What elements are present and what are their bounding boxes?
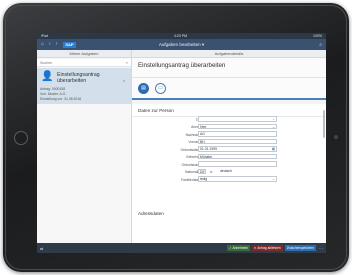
scrollbar[interactable] bbox=[323, 110, 325, 138]
chevron-up-icon: ⌃ bbox=[121, 80, 126, 86]
marital-label: Familienstand bbox=[180, 177, 202, 182]
form-row-marital: Familienstand ledig ⌄ bbox=[132, 176, 326, 184]
lastname-field[interactable]: AG bbox=[198, 131, 277, 137]
form-row-lastname: Nachname AG bbox=[132, 131, 326, 139]
search-icon[interactable]: ⌕ bbox=[126, 60, 128, 65]
marital-value: ledig bbox=[200, 177, 208, 181]
tab-comments-icon[interactable]: ▭ bbox=[155, 82, 166, 94]
task-requester: Von: Muster, A.G. bbox=[40, 92, 67, 96]
task-title: Einstellungsantrag überarbeiten bbox=[57, 72, 100, 84]
app-title-text: Aufgaben bearbeiten bbox=[158, 41, 201, 47]
salutation-value: Herr bbox=[200, 124, 207, 129]
form-row-firstname: Vorname BH bbox=[132, 138, 326, 147]
form-row-birthdate: Geburtsdatum 01.01.1999 ▦ bbox=[132, 146, 326, 154]
chevron-down-icon: ▾ bbox=[201, 41, 205, 47]
more-icon[interactable]: ⋯ bbox=[319, 246, 323, 251]
personal-data-section: Daten zur Person Titel ⌄ Anrede Herr⌄ Na… bbox=[132, 104, 326, 244]
form-row-nationality: Nationalität DE ⧉ deutsch bbox=[132, 168, 326, 177]
reject-button[interactable]: ✕ Antrag ablehnen bbox=[251, 245, 283, 251]
chevron-down-icon: ⌄ bbox=[272, 124, 275, 129]
calendar-icon[interactable]: ▦ bbox=[272, 147, 275, 151]
share-icon[interactable]: ⇄ bbox=[40, 246, 43, 251]
birthname-field[interactable] bbox=[198, 161, 277, 167]
form-row-salutation: Anrede Herr ⌄ bbox=[132, 123, 326, 132]
detail-header: Aufgabendetails bbox=[132, 50, 326, 58]
search-placeholder: Suchen bbox=[40, 60, 53, 65]
birthplace-label: Geburtsort bbox=[185, 155, 202, 159]
lastname-label: Nachname bbox=[185, 132, 202, 137]
chevron-down-icon: ⌄ bbox=[272, 177, 275, 181]
task-list-item[interactable]: 👤 Einstellungsantrag überarbeiten ⌃ Antr… bbox=[37, 68, 131, 104]
home-button[interactable] bbox=[14, 131, 28, 145]
footer-toolbar: ⇄ ✓ Annehmen ✕ Antrag ablehnen Zwischens… bbox=[37, 243, 326, 253]
search-input[interactable]: Suchen ⌕ bbox=[37, 59, 131, 67]
sap-logo: SAP bbox=[63, 41, 76, 48]
birthdate-value: 01.01.1999 bbox=[200, 147, 217, 151]
person-edit-icon: 👤 bbox=[41, 71, 54, 82]
object-title: Einstellungsantrag überarbeiten bbox=[132, 58, 326, 78]
form-row-birthplace: Geburtsort Münster bbox=[132, 153, 326, 162]
nationality-text: deutsch bbox=[220, 168, 232, 173]
ipad-frame: iPad 4:20 PM 100% ⌂ ‹ › SAP Aufgaben bea… bbox=[3, 3, 349, 272]
status-battery: 100% bbox=[313, 34, 322, 38]
detail-pane: Aufgabendetails Einstellungsantrag übera… bbox=[132, 50, 326, 244]
icon-tab-bar: ▤ ▭ bbox=[132, 78, 326, 100]
accept-button[interactable]: ✓ Annehmen bbox=[227, 245, 250, 251]
shell-bar: ⌂ ‹ › SAP Aufgaben bearbeiten ▾ ⌕ bbox=[37, 39, 326, 50]
screen: iPad 4:20 PM 100% ⌂ ‹ › SAP Aufgaben bea… bbox=[37, 33, 326, 253]
title-label: Titel bbox=[152, 118, 202, 122]
form-row-title: Titel ⌄ bbox=[132, 116, 326, 124]
form-row-birthname: Geburtsname bbox=[132, 161, 326, 169]
birthdate-label: Geburtsdatum bbox=[180, 147, 203, 152]
firstname-field[interactable]: BH bbox=[198, 138, 277, 144]
title-select[interactable]: ⌄ bbox=[198, 116, 277, 122]
firstname-label: Vorname bbox=[188, 140, 202, 144]
status-time: 4:20 PM bbox=[174, 34, 188, 38]
salutation-label: Anrede bbox=[191, 125, 202, 129]
value-help-icon[interactable]: ⧉ bbox=[210, 170, 212, 174]
nationality-label: Nationalität bbox=[185, 170, 202, 174]
camera-icon bbox=[334, 135, 338, 139]
person-form: Titel ⌄ Anrede Herr ⌄ Nachname AG Vorname… bbox=[132, 116, 326, 184]
tab-form-icon[interactable]: ▤ bbox=[138, 82, 149, 94]
birthdate-field[interactable]: 01.01.1999 ▦ bbox=[198, 146, 277, 152]
birthname-label: Geburtsname bbox=[181, 162, 202, 167]
back-icon[interactable]: ‹ bbox=[49, 42, 51, 47]
salutation-select[interactable]: Herr ⌄ bbox=[198, 123, 277, 129]
nationality-code-field[interactable]: DE bbox=[198, 168, 206, 174]
search-icon[interactable]: ⌕ bbox=[319, 42, 322, 48]
master-pane: Meine Aufgaben Suchen ⌕ 👤 Einstellungsan… bbox=[37, 50, 132, 243]
status-left: iPad bbox=[41, 34, 49, 38]
save-draft-button[interactable]: Zwischenspeichern bbox=[284, 245, 316, 251]
app-title[interactable]: Aufgaben bearbeiten ▾ bbox=[37, 42, 326, 48]
task-created: Einstellung vor: 31.08.2016 bbox=[40, 97, 82, 101]
chevron-down-icon: ⌄ bbox=[272, 117, 275, 121]
marital-select[interactable]: ledig ⌄ bbox=[198, 176, 277, 182]
birthplace-field[interactable]: Münster bbox=[198, 153, 277, 159]
master-header: Meine Aufgaben bbox=[37, 50, 131, 58]
address-section-title: Adressdaten bbox=[138, 211, 164, 216]
forward-icon[interactable]: › bbox=[56, 42, 58, 47]
task-id: Antrag: 0000158 bbox=[40, 87, 66, 91]
home-icon[interactable]: ⌂ bbox=[41, 42, 44, 47]
